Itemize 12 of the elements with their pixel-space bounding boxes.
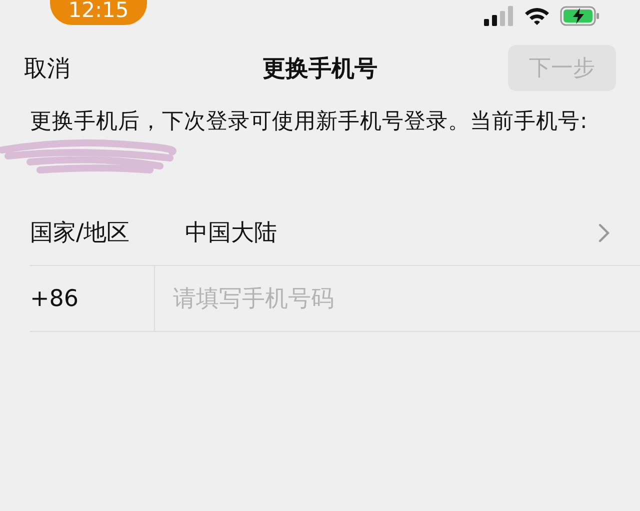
battery-charging-icon xyxy=(560,6,600,26)
region-label: 国家/地区 xyxy=(30,219,131,248)
status-time: 12:15 xyxy=(50,0,147,25)
wifi-icon xyxy=(524,6,550,26)
phone-field[interactable]: 请填写手机号码 xyxy=(171,278,640,320)
signal-icon xyxy=(484,6,514,26)
chevron-right-icon[interactable] xyxy=(598,222,610,242)
page-title: 更换手机号 xyxy=(262,54,378,84)
country-code: +86 xyxy=(30,266,155,331)
notice-text: 更换手机后，下次登录可使用新手机号登录。当前手机号: xyxy=(30,108,588,136)
cancel-button[interactable]: 取消 xyxy=(24,52,70,84)
region-value[interactable]: 中国大陆 xyxy=(185,217,598,248)
